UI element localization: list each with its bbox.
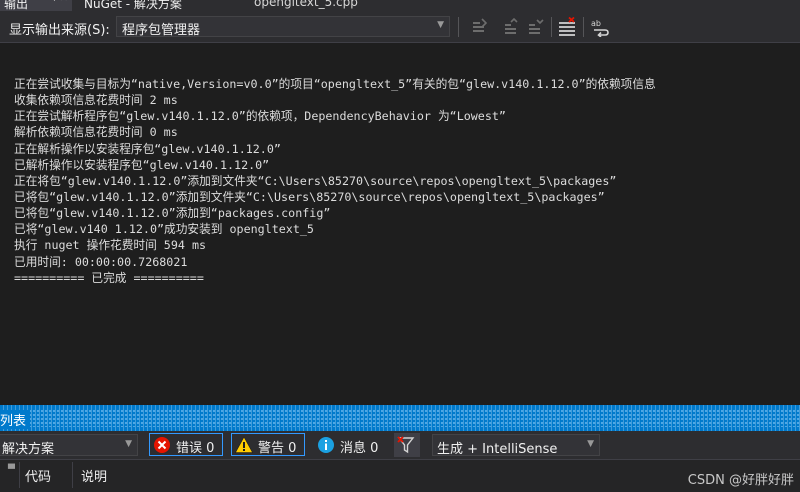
build-filter-value: 生成 + IntelliSense bbox=[437, 442, 558, 457]
error-list-title: 列表 bbox=[0, 410, 31, 429]
output-line: 已将包“glew.v140.1.12.0”添加到“packages.config… bbox=[14, 206, 331, 221]
tab-opengltext-cpp[interactable]: opengltext_5.cpp bbox=[254, 0, 358, 9]
errors-filter-label: 错误 0 bbox=[176, 441, 215, 456]
messages-filter-label: 消息 0 bbox=[340, 441, 379, 456]
toolbar-separator bbox=[458, 17, 459, 37]
output-line: 正在解析操作以安装程序包“glew.v140.1.12.0” bbox=[14, 141, 281, 156]
pin-icon[interactable]: ⊣ bbox=[46, 0, 56, 4]
go-to-previous-message-icon[interactable] bbox=[470, 17, 490, 37]
toolbar-separator bbox=[583, 17, 584, 37]
word-wrap-icon[interactable]: ab bbox=[590, 17, 610, 37]
tab-strip: 输出 ⊣ ✕ NuGet - 解决方案 opengltext_5.cpp bbox=[0, 0, 800, 11]
tab-output-label: 输出 bbox=[4, 0, 29, 11]
title-bar-grip bbox=[0, 409, 800, 427]
output-line: 正在尝试解析程序包“glew.v140.1.12.0”的依赖项，Dependen… bbox=[14, 109, 506, 124]
go-to-next-message-icon[interactable] bbox=[502, 17, 522, 37]
column-header-code[interactable]: 代码 bbox=[25, 466, 51, 485]
watermark: CSDN @好胖好胖 bbox=[687, 473, 794, 488]
output-line: 正在将包“glew.v140.1.12.0”添加到文件夹“C:\Users\85… bbox=[14, 173, 617, 188]
output-line: 已将包“glew.v140.1.12.0”添加到文件夹“C:\Users\852… bbox=[14, 189, 605, 204]
tab-output[interactable]: 输出 ⊣ ✕ bbox=[0, 0, 72, 11]
toolbar-separator bbox=[551, 17, 552, 37]
clear-filter-button[interactable] bbox=[394, 433, 420, 457]
output-toolbar: 显示输出来源(S): 程序包管理器 ▼ ab bbox=[0, 11, 800, 43]
error-scope-dropdown[interactable]: 解决方案 ▼ bbox=[0, 434, 138, 457]
chevron-down-icon: ▼ bbox=[437, 20, 444, 30]
warnings-filter-label: 警告 0 bbox=[258, 441, 297, 456]
output-line: 已将“glew.v140 1.12.0”成功安装到 opengltext_5 bbox=[14, 222, 314, 237]
output-pane[interactable]: 正在尝试收集与目标为“native,Version=v0.0”的项目“openg… bbox=[0, 43, 800, 405]
error-scope-value: 解决方案 bbox=[2, 442, 55, 457]
warnings-filter-button[interactable]: 警告 0 bbox=[231, 433, 305, 456]
error-list-title-bar[interactable]: 列表 bbox=[0, 405, 800, 431]
clear-all-icon[interactable] bbox=[557, 17, 577, 37]
output-line: ========== 已完成 ========== bbox=[14, 270, 204, 285]
chevron-down-icon: ▼ bbox=[125, 439, 132, 449]
column-divider[interactable] bbox=[72, 462, 73, 488]
svg-text:ab: ab bbox=[591, 19, 601, 28]
output-source-label: 显示输出来源(S): bbox=[9, 23, 110, 38]
output-line: 收集依赖项信息花费时间 2 ms bbox=[14, 93, 178, 108]
output-source-value: 程序包管理器 bbox=[122, 23, 201, 38]
output-line: 正在尝试收集与目标为“native,Version=v0.0”的项目“openg… bbox=[14, 77, 656, 91]
error-list-toolbar: 解决方案 ▼ 错误 0 警告 0 消息 0 生成 + IntelliSense … bbox=[0, 431, 800, 459]
filter-clear-icon bbox=[397, 436, 415, 454]
column-header-description[interactable]: 说明 bbox=[81, 466, 107, 485]
output-source-dropdown[interactable]: 程序包管理器 ▼ bbox=[116, 16, 450, 38]
column-grip-icon[interactable]: ▀ bbox=[8, 465, 15, 475]
find-message-icon[interactable] bbox=[526, 17, 546, 37]
error-list-column-header: ▀ 代码 说明 CSDN @好胖好胖 bbox=[0, 459, 800, 492]
output-line: 执行 nuget 操作花费时间 594 ms bbox=[14, 238, 207, 253]
messages-filter-button[interactable]: 消息 0 bbox=[313, 433, 385, 456]
tab-nuget-solution[interactable]: NuGet - 解决方案 bbox=[84, 0, 182, 11]
build-intellisense-dropdown[interactable]: 生成 + IntelliSense ▼ bbox=[432, 434, 600, 457]
output-log: 正在尝试收集与目标为“native,Version=v0.0”的项目“openg… bbox=[14, 76, 656, 286]
output-line: 已解析操作以安装程序包“glew.v140.1.12.0” bbox=[14, 157, 270, 172]
column-divider[interactable] bbox=[19, 462, 20, 488]
errors-filter-button[interactable]: 错误 0 bbox=[149, 433, 223, 456]
chevron-down-icon: ▼ bbox=[587, 439, 594, 449]
output-line: 已用时间: 00:00:00.7268021 bbox=[14, 254, 188, 269]
output-line: 解析依赖项信息花费时间 0 ms bbox=[14, 125, 178, 140]
warning-icon bbox=[235, 436, 253, 453]
error-icon bbox=[154, 437, 170, 453]
info-icon bbox=[318, 437, 334, 453]
close-icon[interactable]: ✕ bbox=[59, 0, 68, 4]
